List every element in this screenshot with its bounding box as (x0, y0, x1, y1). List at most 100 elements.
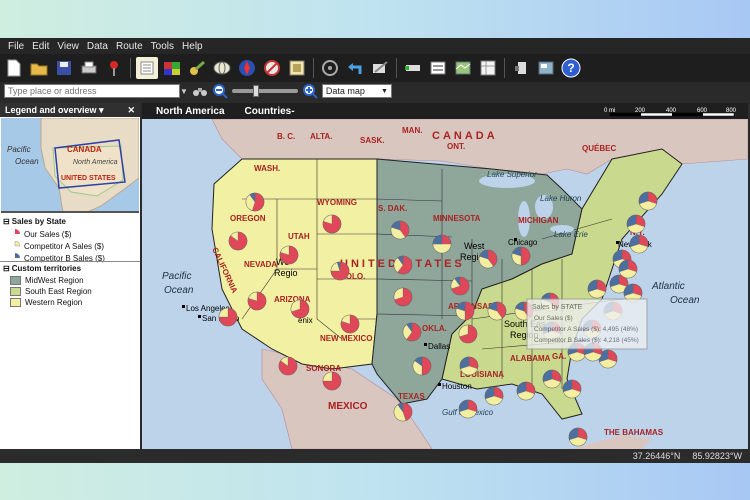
state-sales-pie[interactable] (568, 427, 588, 447)
legend-item-competitor-a[interactable]: Competitor A Sales ($) (0, 240, 140, 252)
menu-view[interactable]: View (53, 41, 83, 52)
state-sales-pie[interactable] (618, 259, 638, 279)
export-icon[interactable] (427, 57, 449, 79)
compass-icon[interactable] (236, 57, 258, 79)
state-sales-pie[interactable] (412, 356, 432, 376)
state-sales-pie[interactable] (279, 245, 299, 265)
collapse-icon[interactable]: ⊟ (3, 264, 10, 273)
brush-icon[interactable] (186, 57, 208, 79)
map-canvas[interactable]: B. C. ALTA. SASK. MAN. ONT. QUÉBEC WASH.… (142, 119, 748, 449)
state-sales-pie[interactable] (432, 234, 452, 254)
state-sales-pie[interactable] (340, 314, 360, 334)
state-sales-pie[interactable] (487, 301, 507, 321)
tab-icon[interactable] (535, 57, 557, 79)
scale-label: 800 (726, 108, 737, 114)
save-icon[interactable] (53, 57, 75, 79)
scale-label: 0 mi (604, 108, 615, 114)
state-sales-pie[interactable] (455, 301, 475, 321)
zoom-in-icon[interactable] (302, 83, 318, 99)
state-sales-pie[interactable] (450, 276, 470, 296)
legend-item-southeast[interactable]: South East Region (0, 286, 140, 297)
state-sales-pie[interactable] (516, 381, 536, 401)
territory-icon[interactable] (161, 57, 183, 79)
address-input[interactable] (4, 84, 180, 98)
table-icon[interactable] (286, 57, 308, 79)
overview-label-us: UNITED STATES (61, 175, 116, 182)
state-sales-pie[interactable] (247, 291, 267, 311)
state-sales-pie[interactable] (638, 191, 658, 211)
add-pin-icon[interactable] (402, 57, 424, 79)
state-sales-pie[interactable] (393, 287, 413, 307)
print-icon[interactable] (78, 57, 100, 79)
open-folder-icon[interactable] (28, 57, 50, 79)
overview-map[interactable]: Pacific Ocean CANADA North America UNITE… (1, 118, 139, 213)
state-sales-pie[interactable] (587, 279, 607, 299)
state-sales-pie[interactable] (458, 399, 478, 419)
legend-item-midwest[interactable]: MidWest Region (0, 275, 140, 286)
collapse-icon[interactable]: ⊟ (3, 217, 10, 226)
help-icon[interactable]: ? (560, 57, 582, 79)
label-oregon: OREGON (230, 214, 266, 223)
state-sales-pie[interactable] (626, 214, 646, 234)
legend-item-our-sales[interactable]: Our Sales ($) (0, 228, 140, 240)
menu-route[interactable]: Route (112, 41, 147, 52)
menu-edit[interactable]: Edit (28, 41, 53, 52)
zoom-slider-thumb[interactable] (252, 85, 259, 97)
draw-icon[interactable] (369, 57, 391, 79)
state-sales-pie[interactable] (278, 356, 298, 376)
state-sales-pie[interactable] (511, 246, 531, 266)
color-swatch (10, 287, 21, 296)
zoom-out-icon[interactable] (212, 83, 228, 99)
new-file-icon[interactable] (3, 57, 25, 79)
map-view-select[interactable]: Data map ▼ (321, 84, 392, 98)
legend-sales-title[interactable]: ⊟ Sales by State (0, 215, 140, 228)
menu-tools[interactable]: Tools (147, 41, 178, 52)
state-sales-pie[interactable] (478, 249, 498, 269)
state-sales-pie[interactable] (393, 255, 413, 275)
legend-territories-title[interactable]: ⊟ Custom territories (0, 262, 140, 275)
overview-label-pacific: Pacific (7, 145, 31, 154)
label-bc: B. C. (277, 132, 295, 141)
color-swatch (10, 298, 21, 307)
zoom-slider[interactable] (231, 85, 298, 97)
undo-icon[interactable] (344, 57, 366, 79)
steering-wheel-icon[interactable] (319, 57, 341, 79)
legend-item-western[interactable]: Western Region (0, 297, 140, 308)
state-sales-pie[interactable] (629, 234, 649, 254)
state-sales-pie[interactable] (458, 324, 478, 344)
state-sales-pie[interactable] (228, 231, 248, 251)
state-sales-pie[interactable] (542, 369, 562, 389)
list-icon[interactable] (136, 57, 158, 79)
state-sales-pie[interactable] (330, 261, 350, 281)
legend-panel-title[interactable]: Legend and overview ▾ (5, 105, 104, 116)
pushpin-icon[interactable] (103, 57, 125, 79)
import-icon[interactable] (510, 57, 532, 79)
menu-data[interactable]: Data (83, 41, 112, 52)
binoculars-icon[interactable] (192, 84, 208, 98)
state-sales-pie[interactable] (393, 402, 413, 422)
state-sales-pie[interactable] (322, 371, 342, 391)
globe-icon[interactable] (211, 57, 233, 79)
state-sales-pie[interactable] (245, 192, 265, 212)
map-view[interactable]: North America Countries- 0 mi 200 400 60… (142, 103, 748, 449)
grid-icon[interactable] (477, 57, 499, 79)
label-ga: GA. (552, 352, 566, 361)
state-sales-pie[interactable] (562, 379, 582, 399)
state-sales-pie[interactable] (459, 356, 479, 376)
route-icon[interactable] (261, 57, 283, 79)
state-sales-pie[interactable] (218, 307, 238, 327)
state-sales-pie[interactable] (484, 386, 504, 406)
state-sales-pie[interactable] (290, 299, 310, 319)
map-icon[interactable] (452, 57, 474, 79)
state-sales-pie[interactable] (402, 322, 422, 342)
label-sask: SASK. (360, 136, 384, 145)
map-header: North America Countries- 0 mi 200 400 60… (142, 103, 748, 119)
state-sales-pie[interactable] (390, 220, 410, 240)
state-sales-pie[interactable] (322, 214, 342, 234)
legend-item-label: Western Region (25, 298, 83, 307)
close-icon[interactable]: ✕ (127, 105, 135, 116)
dropdown-arrow-icon[interactable]: ▼ (180, 87, 188, 96)
menu-help[interactable]: Help (178, 41, 207, 52)
menu-file[interactable]: File (4, 41, 28, 52)
map-header-layer[interactable]: Countries- (245, 106, 295, 117)
